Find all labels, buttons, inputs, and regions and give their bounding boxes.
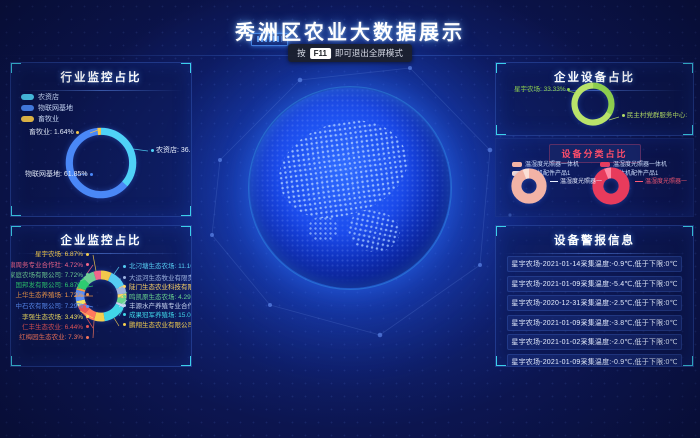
panel-title: 行业监控占比: [11, 69, 191, 85]
alarm-row: 星宇农场-2021-01-09采集温度:-0.9℃,低于下限:0℃: [507, 354, 682, 368]
fullscreen-hint-toast: 按 F11 即可退出全屏模式: [288, 44, 412, 62]
pie-pointer-label: 温湿度光照器一: [550, 179, 602, 185]
pie-label: 星宇农场: 6.87%: [35, 252, 89, 259]
panel-enterprise-ratio: 企业监控占比 星宇农场: 6.87% 红旗周务专业合作社: 4.72% 家庭农场…: [10, 225, 192, 367]
legend-label: 温湿度光照器一体机: [525, 162, 579, 168]
globe-continent: [272, 113, 414, 224]
globe-visualization: [250, 88, 450, 288]
pie-label: 鸣凯原生态农场: 4.29%: [123, 295, 192, 302]
page-title: 秀洲区农业大数据展示: [0, 16, 700, 45]
pie-label: 物联网基地: 61.85%: [25, 171, 93, 178]
industry-legend: 农资店 物联网基地 畜牧业: [21, 91, 73, 124]
class-left-donut-chart: [511, 168, 547, 204]
legend-label: 畜牧业: [38, 114, 59, 124]
alarm-row: 星宇农场-2020-12-31采集温度:-2.5℃,低于下限:0℃: [507, 295, 682, 311]
class-right-donut-chart: [592, 167, 630, 205]
globe-continent: [308, 216, 338, 242]
pie-label: 北汈塘生态农场: 11.16%: [123, 264, 192, 271]
pie-label: 星宇农场: 33.33%: [514, 87, 570, 94]
pie-label: 红梅园生态农业: 7.3%: [19, 335, 89, 342]
pie-label: 农资店: 36.51%: [151, 147, 192, 154]
hint-suffix: 即可退出全屏模式: [335, 47, 403, 59]
legend-swatch: [512, 162, 522, 167]
industry-donut-chart: [65, 127, 137, 199]
alarm-row: 星宇农场-2021-01-09采集温度:-5.4℃,低于下限:0℃: [507, 276, 682, 292]
pie-label: 民主村党群服务中心:: [622, 113, 687, 120]
pie-label: 大运河生态牧业有限责任公: [123, 276, 192, 283]
device-donut-chart: [571, 82, 615, 126]
panel-device-classification: 设备分类占比 温湿度光照器一体机 一体机配件产品1 温湿度光照器一体机 一体机配…: [495, 138, 694, 217]
pie-label: 畜牧业: 1.64%: [29, 129, 79, 136]
pie-label: 国邦发有限公司: 6.87%: [15, 283, 89, 290]
legend-item[interactable]: 物联网基地: [21, 102, 73, 113]
hint-prefix: 按: [297, 47, 306, 59]
dashboard: 秀洲区农业大数据展示 按 F11 即可退出全屏模式 行业监控占比 农资店 物联网…: [0, 0, 700, 438]
panel-title: 设备警报信息: [496, 232, 693, 248]
panel-device-ratio: 企业设备占比 星宇农场: 33.33% 民主村党群服务中心:: [495, 62, 694, 136]
alarm-row: 星宇农场-2021-01-09采集温度:-3.8℃,低于下限:0℃: [507, 315, 682, 331]
alarm-row: 星宇农场-2021-01-02采集温度:-2.0℃,低于下限:0℃: [507, 334, 682, 350]
pie-label: 家庭农场有限公司: 7.72%: [10, 273, 89, 280]
panel-title: 企业监控占比: [11, 232, 191, 248]
pie-label: 上华生态养殖场: 1.72%: [15, 293, 89, 300]
alarm-row: 星宇农场-2021-01-14采集温度:-0.9℃,低于下限:0℃: [507, 256, 682, 272]
pie-label: 陡门生态农业科技有限公: [123, 285, 192, 292]
legend-swatch: [21, 94, 34, 100]
pie-label: 成果冠军养殖场: 15.02%: [123, 313, 192, 320]
panel-title-divider: [504, 253, 685, 254]
panel-industry-ratio: 行业监控占比 农资店 物联网基地 畜牧业 畜牧业: 1.64% 农资店: 36.…: [10, 62, 192, 217]
pie-label: 李强生态农场: 3.43%: [22, 315, 89, 322]
legend-label: 物联网基地: [38, 103, 73, 113]
legend-label: 农资店: [38, 92, 59, 102]
pie-label: 鹏翔生态农业有限公司: 6.87%: [123, 323, 192, 330]
panel-device-alarms: 设备警报信息 星宇农场-2021-01-14采集温度:-0.9℃,低于下限:0℃…: [495, 225, 694, 367]
alarm-list: 星宇农场-2021-01-14采集温度:-0.9℃,低于下限:0℃ 星宇农场-2…: [507, 256, 682, 367]
pie-label: 中石农有限公司: 7.29%: [15, 304, 89, 311]
legend-swatch: [21, 105, 34, 111]
legend-item[interactable]: 畜牧业: [21, 113, 73, 124]
legend-swatch: [21, 116, 34, 122]
pie-label: 红旗周务专业合作社: 4.72%: [10, 263, 89, 270]
pie-pointer-label: 温湿度光照器一: [635, 179, 687, 185]
f11-keycap: F11: [310, 48, 331, 59]
pie-label: 仁丰生态农业: 6.44%: [22, 325, 89, 332]
pie-label: 丰源水产养殖专业合作社: 1.: [123, 304, 192, 311]
legend-item[interactable]: 农资店: [21, 91, 73, 102]
globe-continent: [344, 205, 404, 257]
